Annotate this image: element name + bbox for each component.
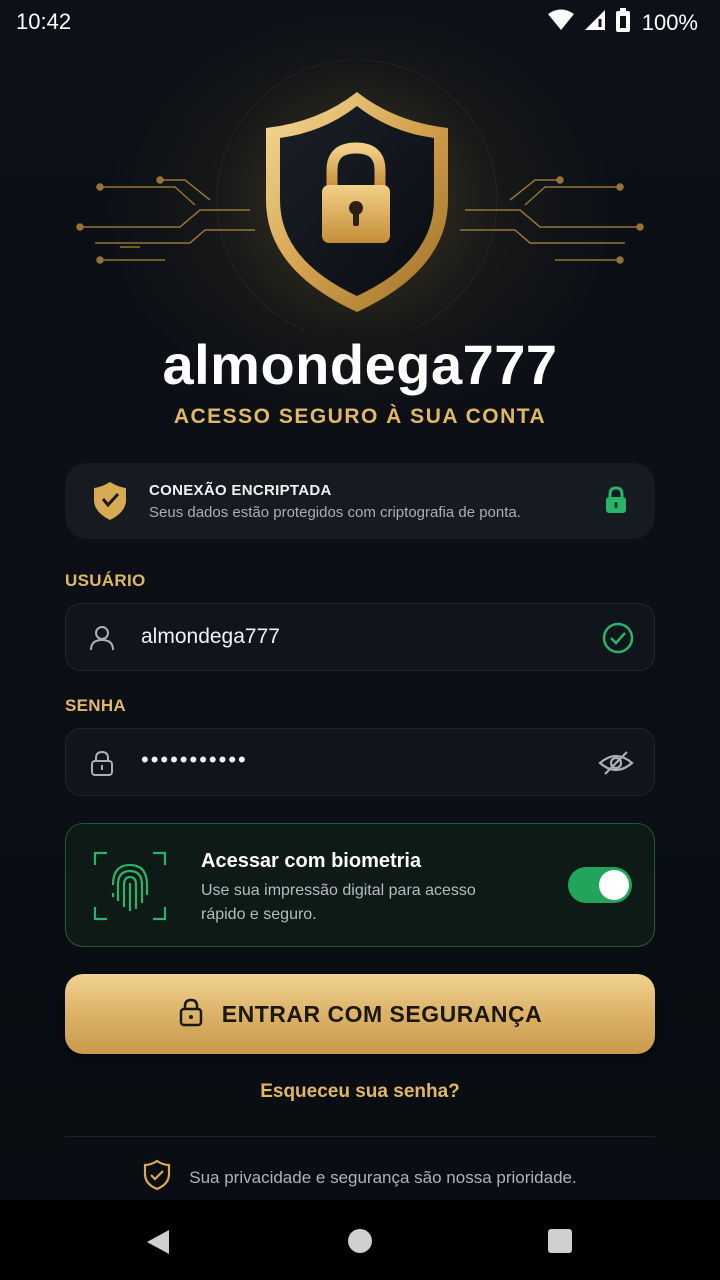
- privacy-text: Sua privacidade e segurança são nossa pr…: [189, 1167, 577, 1187]
- check-circle-icon: [602, 622, 634, 659]
- forgot-password-link[interactable]: Esqueceu sua senha?: [0, 1081, 720, 1103]
- status-time: 10:42: [16, 9, 72, 34]
- password-field[interactable]: •••••••••••: [65, 728, 655, 796]
- biometric-title: Acessar com biometria: [201, 850, 422, 872]
- encryption-description: Seus dados estão protegidos com criptogr…: [149, 504, 521, 521]
- fingerprint-icon: [93, 851, 167, 926]
- password-value[interactable]: •••••••••••: [141, 747, 248, 773]
- battery-icon: [615, 8, 630, 37]
- home-icon[interactable]: [348, 1229, 372, 1253]
- back-icon[interactable]: [145, 1228, 171, 1261]
- username-value[interactable]: almondega777: [141, 625, 280, 649]
- status-bar: 10:42 100%: [0, 0, 720, 44]
- encryption-title: CONEXÃO ENCRIPTADA: [149, 482, 332, 499]
- password-label: SENHA: [65, 696, 127, 715]
- shield-check-icon: [143, 1159, 171, 1196]
- privacy-note: Sua privacidade e segurança são nossa pr…: [0, 1159, 720, 1196]
- biometric-description: Use sua impressão digital para acesso rá…: [201, 882, 476, 923]
- status-icons: 100%: [547, 8, 698, 37]
- signal-icon: [584, 9, 606, 36]
- biometric-toggle[interactable]: [568, 867, 632, 903]
- wifi-icon: [547, 9, 574, 36]
- app-subtitle: ACESSO SEGURO À SUA CONTA: [173, 405, 547, 428]
- hero-illustration: [0, 60, 720, 330]
- login-screen: 10:42 100% almondega777 ACESSO SEGURO À …: [0, 0, 720, 1280]
- battery-percentage: 100%: [641, 9, 698, 35]
- shield-check-icon: [93, 481, 127, 526]
- login-button[interactable]: ENTRAR COM SEGURANÇA: [65, 974, 655, 1054]
- app-title: almondega777: [162, 333, 558, 396]
- biometric-login-card[interactable]: Acessar com biometria Use sua impressão …: [65, 823, 655, 947]
- divider: [65, 1136, 655, 1137]
- navigation-bar: [0, 1200, 720, 1280]
- username-label: USUÁRIO: [65, 571, 146, 590]
- eye-off-icon[interactable]: [598, 747, 634, 784]
- user-icon: [88, 624, 116, 657]
- encryption-status-card: CONEXÃO ENCRIPTADA Seus dados estão prot…: [65, 463, 655, 539]
- toggle-knob: [599, 870, 629, 900]
- lock-icon: [604, 486, 628, 519]
- recents-icon[interactable]: [548, 1229, 572, 1253]
- username-field[interactable]: almondega777: [65, 603, 655, 671]
- lock-icon: [88, 749, 116, 782]
- lock-icon: [178, 997, 204, 1032]
- login-button-label: ENTRAR COM SEGURANÇA: [221, 1000, 543, 1027]
